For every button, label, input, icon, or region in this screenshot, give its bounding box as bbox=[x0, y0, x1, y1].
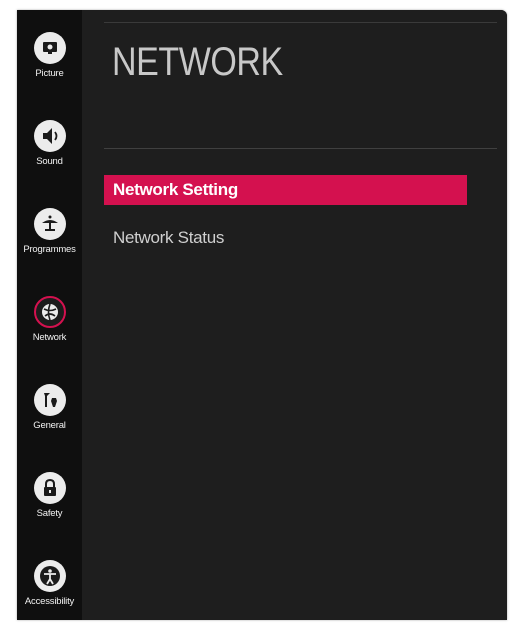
picture-icon bbox=[33, 32, 66, 64]
page-title: NETWORK bbox=[112, 40, 283, 84]
main-panel: NETWORK Network Setting Network Status bbox=[82, 10, 507, 620]
menu-item-network-setting[interactable]: Network Setting bbox=[104, 175, 467, 205]
sidebar-item-label: Sound bbox=[36, 156, 63, 167]
menu-item-network-status[interactable]: Network Status bbox=[104, 223, 467, 253]
sidebar-item-label: Picture bbox=[35, 68, 64, 79]
sidebar-item-general[interactable]: General bbox=[17, 384, 82, 431]
sidebar-item-sound[interactable]: Sound bbox=[17, 120, 82, 167]
sidebar-item-label: Network bbox=[32, 332, 67, 343]
lock-icon bbox=[33, 472, 66, 504]
title-divider bbox=[104, 148, 497, 149]
sidebar-item-network[interactable]: Network bbox=[17, 296, 82, 343]
sidebar-item-accessibility[interactable]: Accessibility bbox=[17, 560, 82, 607]
accessibility-icon bbox=[33, 560, 66, 592]
top-divider bbox=[104, 22, 497, 23]
sidebar-item-label: Accessibility bbox=[24, 596, 75, 607]
network-globe-icon bbox=[33, 296, 66, 328]
sidebar-item-label: General bbox=[33, 420, 66, 431]
sidebar-item-label: Programmes bbox=[23, 244, 76, 255]
sidebar-item-safety[interactable]: Safety bbox=[17, 472, 82, 519]
speaker-icon bbox=[33, 120, 66, 152]
tools-icon bbox=[33, 384, 66, 416]
sidebar-item-picture[interactable]: Picture bbox=[17, 32, 82, 79]
settings-sidebar: Picture Sound Programmes Network General bbox=[17, 10, 82, 620]
tv-settings-window: Picture Sound Programmes Network General bbox=[17, 10, 507, 620]
satellite-dish-icon bbox=[33, 208, 66, 240]
sidebar-item-programmes[interactable]: Programmes bbox=[17, 208, 82, 255]
sidebar-item-label: Safety bbox=[36, 508, 63, 519]
